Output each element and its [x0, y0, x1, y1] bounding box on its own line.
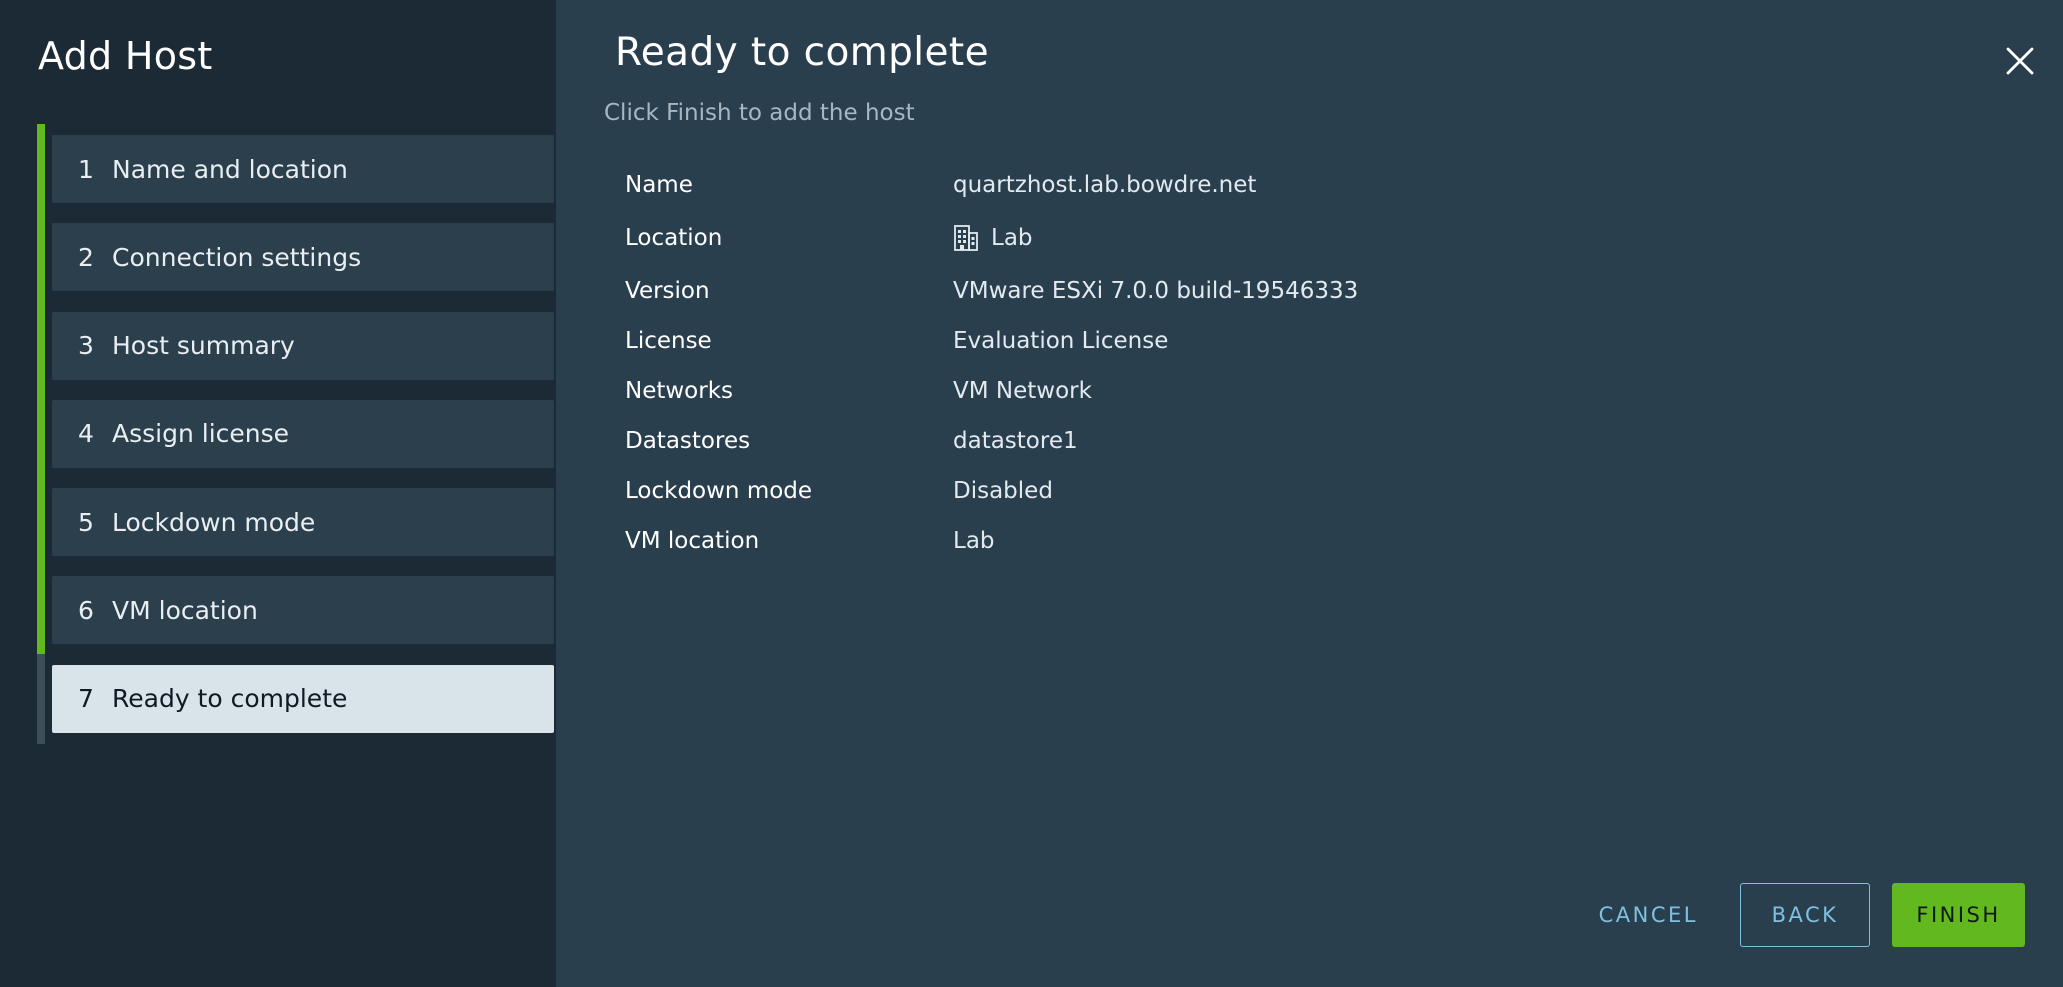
- wizard-step-vm-location[interactable]: 6 VM location: [52, 576, 554, 645]
- wizard-steps: 1 Name and location 2 Connection setting…: [52, 135, 554, 753]
- summary-label: Name: [625, 172, 693, 198]
- summary-label: VM location: [625, 528, 760, 554]
- page-title: Ready to complete: [615, 30, 989, 75]
- wizard-progress-fill: [37, 124, 45, 654]
- summary-value: Evaluation License: [953, 328, 1169, 354]
- wizard-step-lockdown-mode[interactable]: 5 Lockdown mode: [52, 488, 554, 557]
- location-link-text: Lab: [991, 225, 1033, 251]
- step-number: 1: [78, 154, 94, 184]
- step-label: Connection settings: [112, 242, 362, 272]
- wizard-step-name-and-location[interactable]: 1 Name and location: [52, 135, 554, 203]
- step-number: 6: [78, 595, 94, 625]
- summary-label: Networks: [625, 378, 734, 404]
- step-number: 7: [78, 684, 94, 714]
- step-number: 3: [78, 331, 94, 361]
- summary-row-name: Name quartzhost.lab.bowdre.net: [625, 160, 1525, 210]
- close-icon: [2006, 47, 2034, 75]
- summary-value: quartzhost.lab.bowdre.net: [953, 172, 1257, 198]
- summary-value-location: Lab: [953, 224, 1033, 252]
- wizard-content: Ready to complete Click Finish to add th…: [556, 0, 2063, 987]
- summary-label: Datastores: [625, 428, 751, 454]
- summary-table: Name quartzhost.lab.bowdre.net Location: [625, 160, 1525, 566]
- step-label: VM location: [112, 595, 258, 625]
- step-number: 2: [78, 242, 94, 272]
- wizard-step-assign-license[interactable]: 4 Assign license: [52, 399, 554, 468]
- wizard-title: Add Host: [38, 34, 213, 78]
- datacenter-icon: [954, 225, 978, 251]
- summary-row-networks: Networks VM Network: [625, 366, 1525, 416]
- step-number: 5: [78, 507, 94, 537]
- wizard-step-connection-settings[interactable]: 2 Connection settings: [52, 223, 554, 292]
- summary-row-location: Location Lab: [625, 210, 1525, 266]
- summary-row-datastores: Datastores datastore1: [625, 416, 1525, 466]
- summary-row-license: License Evaluation License: [625, 316, 1525, 366]
- summary-value: VM Network: [953, 378, 1092, 404]
- summary-row-version: Version VMware ESXi 7.0.0 build-19546333: [625, 266, 1525, 316]
- step-label: Ready to complete: [112, 684, 348, 714]
- close-button[interactable]: [2003, 44, 2037, 78]
- wizard-step-ready-to-complete[interactable]: 7 Ready to complete: [52, 664, 554, 733]
- wizard-progress-track: [37, 124, 45, 744]
- add-host-dialog: Add Host 1 Name and location 2 Connectio…: [0, 0, 2063, 987]
- finish-button[interactable]: FINISH: [1892, 883, 2025, 947]
- wizard-footer: CANCEL BACK FINISH: [1579, 883, 2025, 947]
- summary-label: Lockdown mode: [625, 478, 813, 504]
- summary-row-lockdown-mode: Lockdown mode Disabled: [625, 466, 1525, 516]
- summary-label: License: [625, 328, 712, 354]
- back-button[interactable]: BACK: [1740, 883, 1870, 947]
- summary-value: Disabled: [953, 478, 1053, 504]
- summary-value: datastore1: [953, 428, 1078, 454]
- page-subtitle: Click Finish to add the host: [604, 100, 915, 126]
- cancel-button[interactable]: CANCEL: [1579, 883, 1718, 947]
- wizard-step-host-summary[interactable]: 3 Host summary: [52, 311, 554, 380]
- step-label: Name and location: [112, 154, 348, 184]
- wizard-sidebar: Add Host 1 Name and location 2 Connectio…: [0, 0, 556, 987]
- step-number: 4: [78, 419, 94, 449]
- step-label: Host summary: [112, 331, 295, 361]
- summary-row-vm-location: VM location Lab: [625, 516, 1525, 566]
- step-label: Lockdown mode: [112, 507, 316, 537]
- summary-value: Lab: [953, 528, 995, 554]
- step-label: Assign license: [112, 419, 290, 449]
- summary-value: VMware ESXi 7.0.0 build-19546333: [953, 278, 1359, 304]
- summary-label: Version: [625, 278, 710, 304]
- summary-label: Location: [625, 225, 723, 251]
